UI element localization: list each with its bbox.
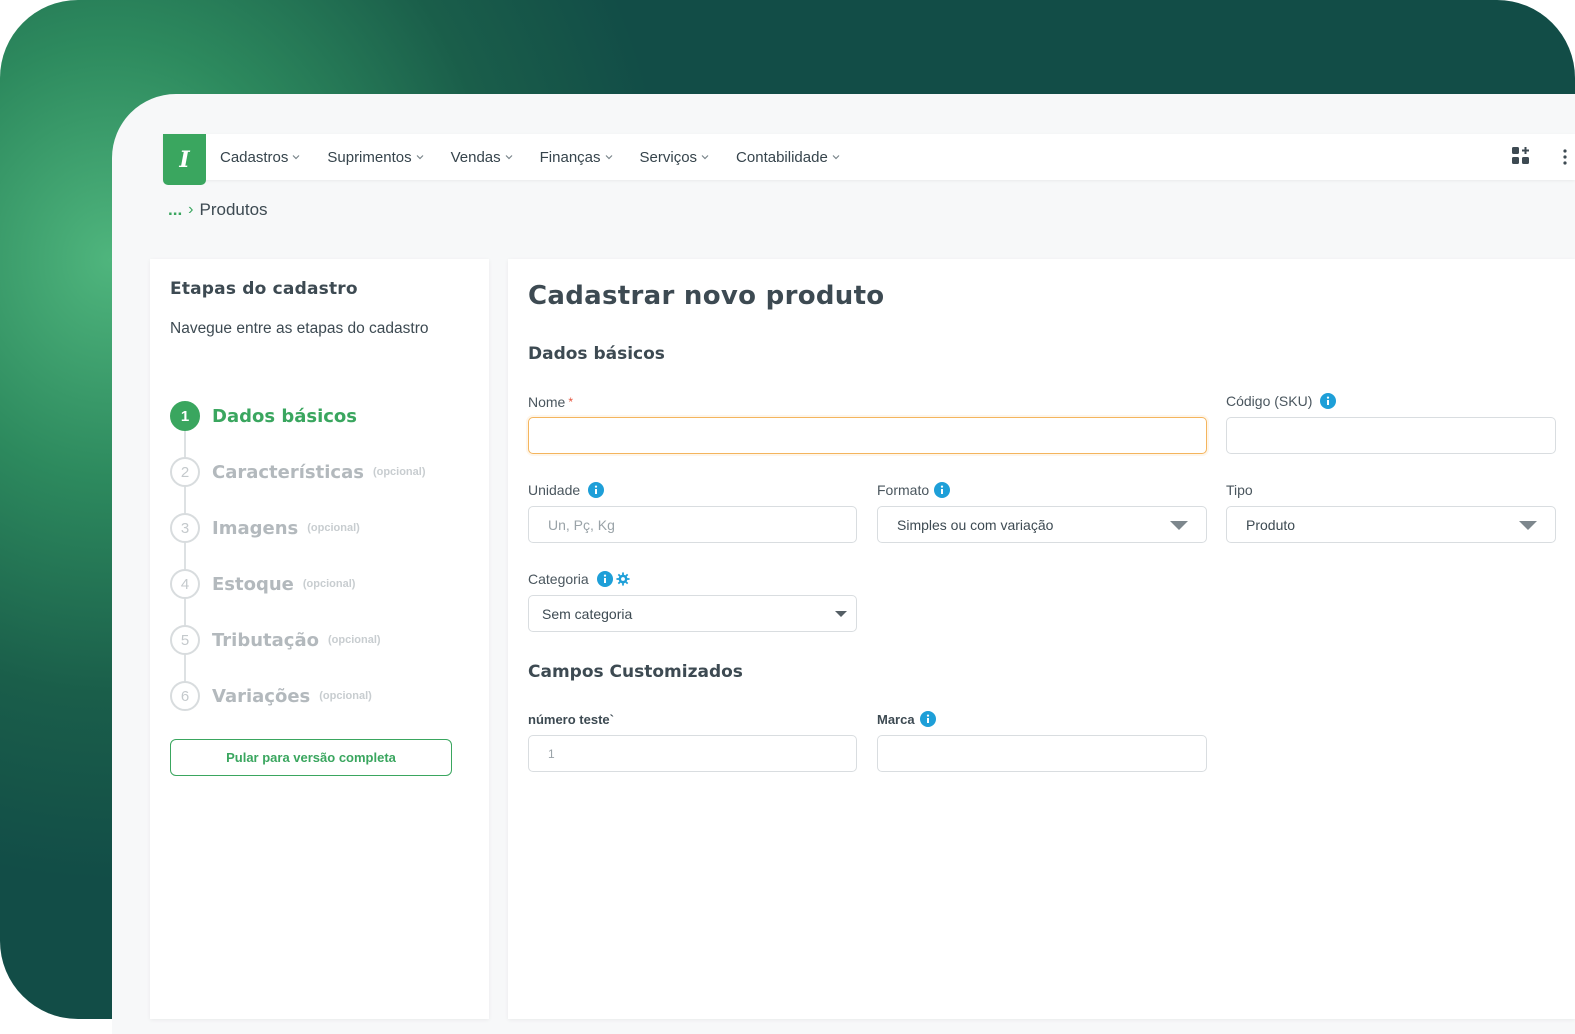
nome-input[interactable] xyxy=(528,417,1207,454)
step-optional-tag: (opcional) xyxy=(372,466,426,478)
section-title-custom: Campos Customizados xyxy=(528,662,743,682)
breadcrumb-current: Produtos xyxy=(199,200,268,219)
step-dados-basicos[interactable]: 1 Dados básicos xyxy=(170,401,357,431)
nome-label: Nome * xyxy=(528,394,574,410)
chevron-down-icon xyxy=(292,155,300,160)
info-icon[interactable] xyxy=(919,711,936,727)
step-label: Variações xyxy=(212,685,311,707)
step-number: 6 xyxy=(170,681,200,711)
step-caracteristicas[interactable]: 2 Características (opcional) xyxy=(170,457,426,487)
erp-logo-icon[interactable]: I xyxy=(163,134,206,185)
unidade-input[interactable]: Un, Pç, Kg xyxy=(528,506,857,543)
dropdown-caret-icon xyxy=(835,611,847,617)
step-number: 3 xyxy=(170,513,200,543)
menu-servicos[interactable]: Serviços xyxy=(640,149,710,166)
tipo-select[interactable]: Produto xyxy=(1226,506,1556,543)
step-number: 4 xyxy=(170,569,200,599)
chevron-down-icon xyxy=(416,155,424,160)
marca-label: Marca xyxy=(877,711,936,727)
chevron-down-icon xyxy=(832,155,840,160)
numero-teste-input[interactable]: 1 xyxy=(528,735,857,772)
step-tributacao[interactable]: 5 Tributação (opcional) xyxy=(170,625,381,655)
tipo-label: Tipo xyxy=(1226,482,1253,498)
step-label: Tributação xyxy=(212,629,319,651)
main-form-panel xyxy=(508,259,1575,1019)
menu-cadastros[interactable]: Cadastros xyxy=(220,149,300,166)
breadcrumb-ellipsis[interactable]: ... xyxy=(168,200,182,220)
gear-icon[interactable] xyxy=(616,572,630,586)
chevron-down-icon xyxy=(505,155,513,160)
info-icon[interactable] xyxy=(934,482,951,498)
dropdown-caret-icon xyxy=(1170,521,1188,530)
formato-label: Formato xyxy=(877,482,951,498)
step-label: Imagens xyxy=(212,517,299,539)
section-title-basic: Dados básicos xyxy=(528,344,665,364)
info-icon[interactable] xyxy=(1320,393,1337,409)
step-optional-tag: (opcional) xyxy=(319,690,372,702)
sku-label: Código (SKU) xyxy=(1226,393,1337,409)
breadcrumb-separator: › xyxy=(188,201,194,218)
steps-subtitle: Navegue entre as etapas do cadastro xyxy=(170,320,429,337)
formato-select[interactable]: Simples ou com variação xyxy=(877,506,1207,543)
categoria-label: Categoria xyxy=(528,571,630,587)
info-icon[interactable] xyxy=(596,571,613,587)
chevron-down-icon xyxy=(605,155,612,160)
page-title: Cadastrar novo produto xyxy=(528,281,885,311)
step-label: Dados básicos xyxy=(212,405,357,427)
menu-financas[interactable]: Finanças xyxy=(540,149,613,166)
skip-to-full-version-button[interactable]: Pular para versão completa xyxy=(170,739,452,776)
main-menu: Cadastros Suprimentos Vendas Finanças Se… xyxy=(220,134,867,180)
apps-add-icon[interactable] xyxy=(1511,146,1531,166)
steps-title: Etapas do cadastro xyxy=(170,279,358,299)
unidade-label: Unidade xyxy=(528,482,605,498)
menu-vendas[interactable]: Vendas xyxy=(451,149,513,166)
step-label: Estoque xyxy=(212,573,294,595)
step-optional-tag: (opcional) xyxy=(327,634,381,646)
dropdown-caret-icon xyxy=(1519,521,1537,530)
step-number: 5 xyxy=(170,625,200,655)
breadcrumb: ... › Produtos xyxy=(168,200,268,220)
step-optional-tag: (opcional) xyxy=(302,578,356,590)
info-icon[interactable] xyxy=(588,482,605,498)
menu-contabilidade[interactable]: Contabilidade xyxy=(736,149,840,166)
more-vertical-icon[interactable] xyxy=(1562,148,1568,166)
step-variacoes[interactable]: 6 Variações (opcional) xyxy=(170,681,372,711)
step-optional-tag: (opcional) xyxy=(307,522,360,534)
numero-teste-label: número teste` xyxy=(528,712,614,727)
step-estoque[interactable]: 4 Estoque (opcional) xyxy=(170,569,355,599)
marca-input[interactable] xyxy=(877,735,1207,772)
step-number: 1 xyxy=(170,401,200,431)
sku-input[interactable] xyxy=(1226,417,1556,454)
required-mark: * xyxy=(568,395,574,409)
categoria-select[interactable]: Sem categoria xyxy=(528,595,857,632)
step-number: 2 xyxy=(170,457,200,487)
menu-suprimentos[interactable]: Suprimentos xyxy=(327,149,424,166)
chevron-down-icon xyxy=(701,155,709,160)
step-label: Características xyxy=(212,461,364,483)
step-imagens[interactable]: 3 Imagens (opcional) xyxy=(170,513,360,543)
